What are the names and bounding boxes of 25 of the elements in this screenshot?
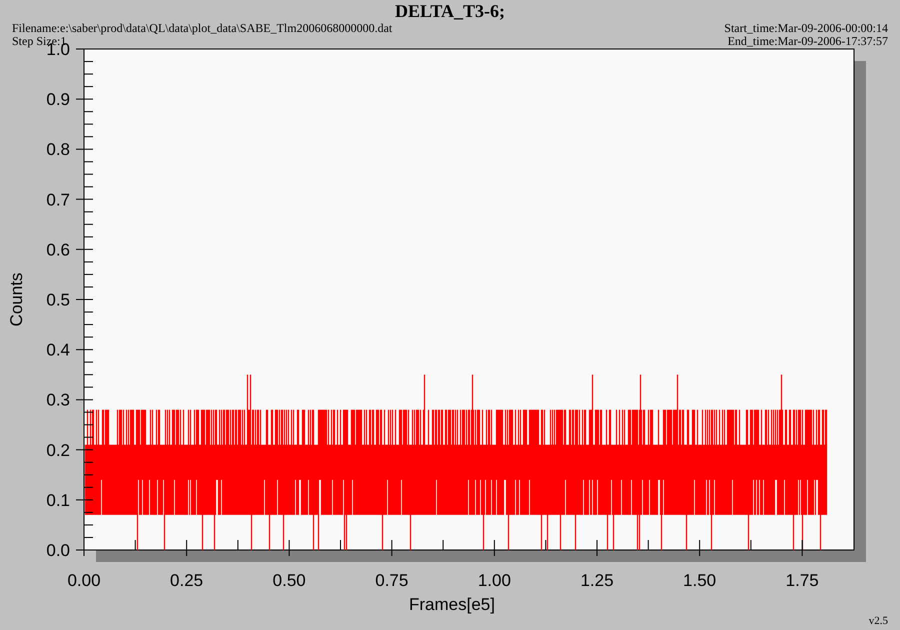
x-tick-label: 1.75 [786, 571, 819, 590]
x-tick-label: 0.25 [170, 571, 204, 590]
y-tick-label: 0.2 [46, 440, 70, 460]
filename-label: Filename:e:\saber\prod\data\QL\data\plot_data\SABE_Tlm2006068000000.dat [12, 22, 392, 35]
end-time-label: End_time:Mar-09-2006-17:37:57 [728, 35, 888, 48]
y-tick-label: 0.4 [46, 340, 70, 360]
y-tick-label: 0.5 [46, 290, 70, 310]
version-label: v2.5 [868, 615, 888, 627]
y-tick-label: 0.8 [46, 140, 70, 160]
x-tick-label: 1.25 [580, 571, 614, 590]
y-axis-title: Counts [7, 272, 26, 326]
x-tick-label: 1.00 [478, 571, 511, 590]
y-tick-label: 0.0 [46, 541, 70, 560]
x-axis-title: Frames[e5] [409, 595, 495, 614]
y-tick-label: 0.7 [46, 190, 70, 210]
y-tick-label: 0.3 [46, 390, 70, 410]
x-tick-label: 0.75 [375, 571, 408, 590]
y-tick-label: 0.1 [46, 490, 70, 510]
x-tick-label: 0.00 [67, 571, 101, 590]
x-tick-label: 1.50 [683, 571, 716, 590]
y-tick-label: 0.6 [46, 240, 70, 260]
start-time-label: Start_time:Mar-09-2006-00:00:14 [724, 22, 888, 35]
y-tick-label: 0.9 [46, 90, 70, 110]
chart-title: DELTA_T3-6; [394, 0, 506, 22]
x-tick-label: 0.50 [272, 571, 306, 590]
